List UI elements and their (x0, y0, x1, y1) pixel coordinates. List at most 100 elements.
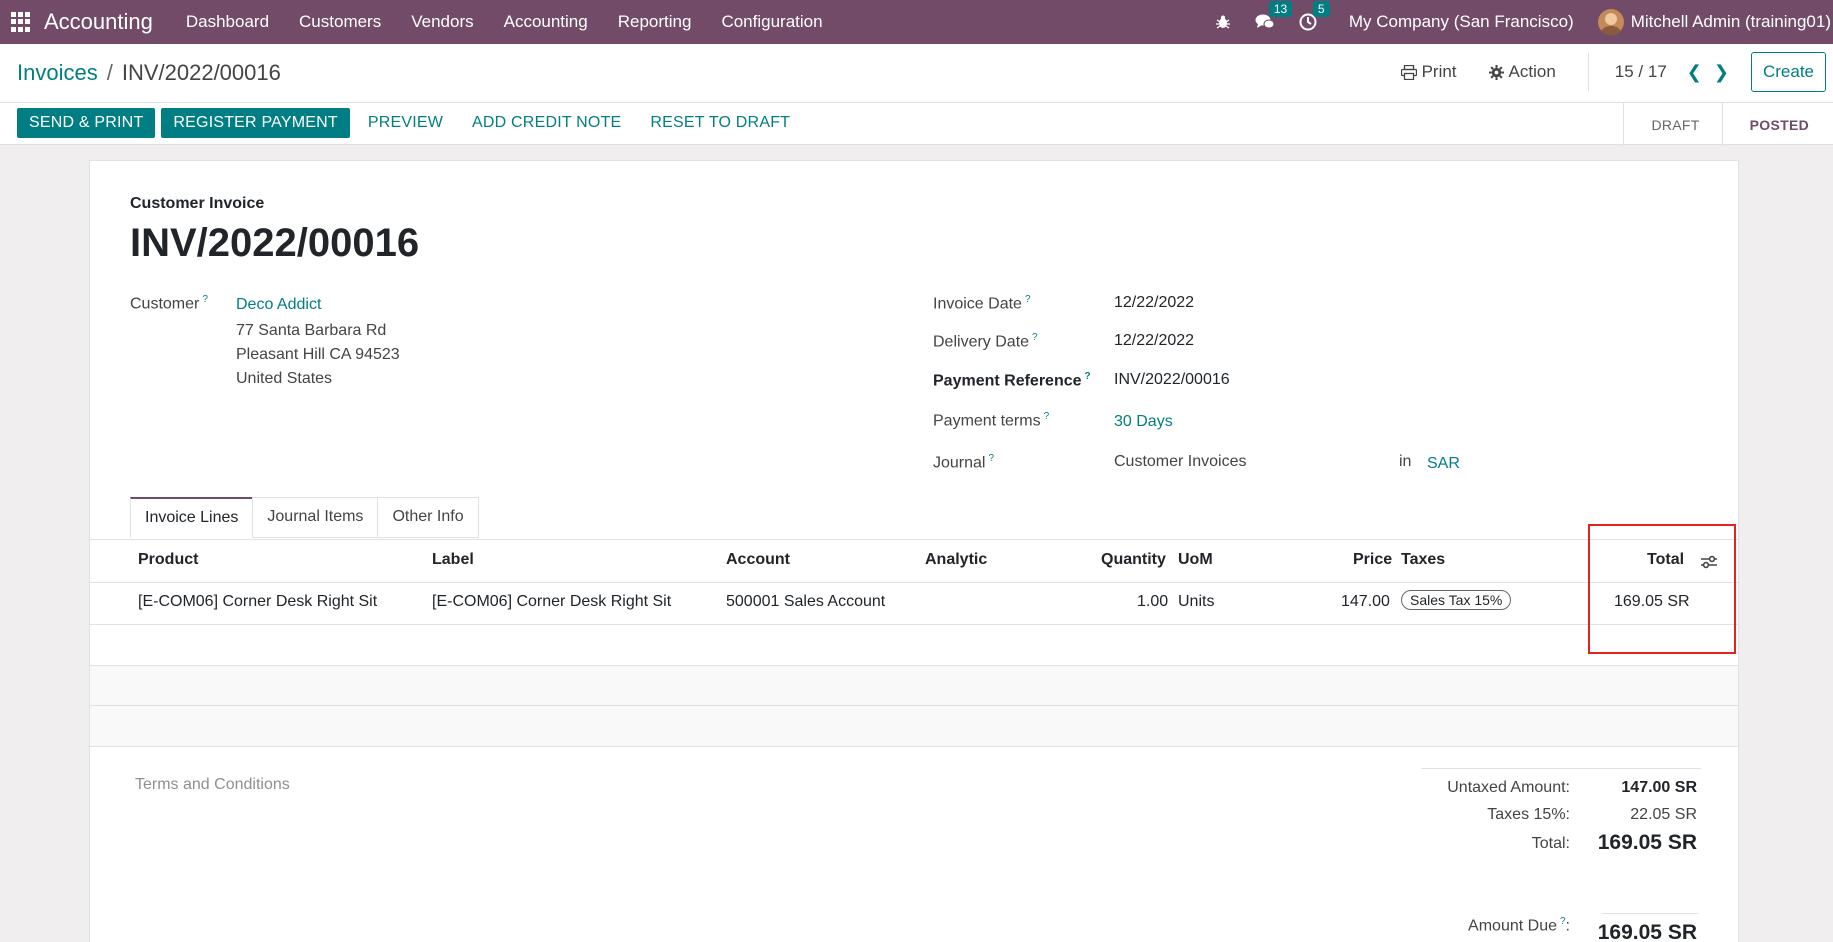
journal-field[interactable]: Customer Invoices (1114, 453, 1247, 471)
cell-quantity[interactable]: 1.00 (1137, 593, 1168, 611)
add-credit-note-button[interactable]: ADD CREDIT NOTE (460, 108, 633, 138)
menu-item-accounting[interactable]: Accounting (489, 12, 603, 32)
currency-field[interactable]: SAR (1427, 455, 1460, 473)
empty-row (90, 666, 1738, 706)
control-actions: Print Action 15 / 17 ❮ ❯ Create (1400, 52, 1833, 92)
breadcrumb-separator: / (106, 60, 113, 85)
column-label[interactable]: Label (432, 551, 474, 569)
control-panel: Invoices / INV/2022/00016 Print Action 1… (0, 44, 1833, 146)
stage-posted[interactable]: POSTED (1721, 103, 1833, 146)
main-menu: Dashboard Customers Vendors Accounting R… (171, 12, 838, 32)
app-name[interactable]: Accounting (44, 9, 153, 35)
untaxed-amount-label: Untaxed Amount: (1447, 779, 1570, 796)
cell-account[interactable]: 500001 Sales Account (726, 593, 885, 611)
navbar-systray: 13 5 My Company (San Francisco) Mitchell… (1215, 0, 1833, 44)
column-product[interactable]: Product (138, 551, 198, 569)
stage-draft[interactable]: DRAFT (1623, 103, 1721, 146)
statusbar-buttons: SEND & PRINT REGISTER PAYMENT PREVIEW AD… (17, 108, 807, 138)
help-icon[interactable]: ? (1032, 332, 1038, 343)
help-icon[interactable]: ? (1560, 916, 1566, 927)
cell-price[interactable]: 147.00 (1341, 593, 1390, 611)
cell-total[interactable]: 169.05 SR (1614, 593, 1690, 611)
print-label: Print (1421, 62, 1457, 81)
send-print-button[interactable]: SEND & PRINT (17, 108, 156, 138)
invoice-date-field[interactable]: 12/22/2022 (1114, 294, 1194, 312)
optional-columns-icon[interactable] (1700, 554, 1718, 574)
debug-icon[interactable] (1215, 14, 1231, 30)
customer-name[interactable]: Deco Addict (236, 296, 321, 314)
document-type: Customer Invoice (130, 195, 265, 212)
column-total[interactable]: Total (1647, 551, 1684, 569)
tab-other-info[interactable]: Other Info (377, 497, 479, 538)
pager-next-icon[interactable]: ❯ (1714, 62, 1729, 83)
messages-icon[interactable]: 13 (1255, 1, 1293, 31)
tab-journal-items[interactable]: Journal Items (252, 497, 379, 538)
terms-and-conditions-field[interactable]: Terms and Conditions (135, 776, 290, 794)
breadcrumb-invoices[interactable]: Invoices (17, 60, 98, 86)
customer-label: Customer? (130, 294, 208, 313)
company-switcher[interactable]: My Company (San Francisco) (1349, 12, 1574, 32)
menu-item-dashboard[interactable]: Dashboard (171, 12, 284, 32)
column-quantity[interactable]: Quantity (1101, 551, 1166, 569)
form-statusbar: SEND & PRINT REGISTER PAYMENT PREVIEW AD… (0, 102, 1833, 146)
empty-row (90, 625, 1738, 665)
reset-to-draft-button[interactable]: RESET TO DRAFT (638, 108, 802, 138)
cell-label[interactable]: [E-COM06] Corner Desk Right Sit (432, 593, 671, 611)
column-price[interactable]: Price (1353, 551, 1392, 569)
activities-icon[interactable]: 5 (1299, 1, 1330, 31)
form-sheet: Customer Invoice INV/2022/00016 Customer… (89, 160, 1739, 942)
delivery-date-field[interactable]: 12/22/2022 (1114, 332, 1194, 350)
invoice-number: INV/2022/00016 (130, 221, 420, 265)
menu-item-vendors[interactable]: Vendors (396, 12, 488, 32)
print-button[interactable]: Print (1400, 62, 1457, 82)
taxes-value: 22.05 SR (1630, 806, 1697, 823)
column-taxes[interactable]: Taxes (1401, 551, 1445, 569)
empty-row (90, 706, 1738, 746)
payment-terms-field[interactable]: 30 Days (1114, 413, 1173, 431)
help-icon[interactable]: ? (988, 453, 994, 464)
print-icon (1400, 64, 1417, 80)
amount-due-label: Amount Due?: (1468, 916, 1570, 935)
journal-label: Journal? (933, 453, 995, 472)
apps-menu-icon[interactable] (11, 12, 31, 32)
tab-invoice-lines[interactable]: Invoice Lines (130, 497, 254, 538)
cell-product[interactable]: [E-COM06] Corner Desk Right Sit (138, 593, 377, 611)
payment-reference-field[interactable]: INV/2022/00016 (1114, 371, 1230, 389)
pager-value[interactable]: 15 / 17 (1615, 62, 1667, 82)
menu-item-customers[interactable]: Customers (284, 12, 396, 32)
user-menu[interactable]: Mitchell Admin (training01) (1631, 12, 1831, 32)
amount-due-divider (1602, 913, 1698, 914)
row-divider (90, 746, 1738, 747)
cell-uom[interactable]: Units (1178, 593, 1214, 611)
top-navbar: Accounting Dashboard Customers Vendors A… (0, 0, 1833, 44)
total-label: Total: (1531, 835, 1570, 852)
breadcrumb: Invoices / INV/2022/00016 (17, 60, 281, 86)
register-payment-button[interactable]: REGISTER PAYMENT (161, 108, 350, 138)
action-button[interactable]: Action (1488, 62, 1556, 82)
cell-taxes[interactable]: Sales Tax 15% (1401, 590, 1512, 610)
help-icon[interactable]: ? (1044, 411, 1050, 422)
customer-address-line2: Pleasant Hill CA 94523 (236, 346, 400, 363)
journal-in-label: in (1399, 453, 1412, 470)
payment-reference-label: Payment Reference? (933, 371, 1091, 390)
menu-item-reporting[interactable]: Reporting (603, 12, 707, 32)
user-avatar[interactable] (1597, 9, 1624, 35)
breadcrumb-current: INV/2022/00016 (121, 60, 281, 85)
create-button[interactable]: Create (1750, 52, 1826, 92)
column-account[interactable]: Account (726, 551, 790, 569)
messages-badge: 13 (1268, 1, 1293, 17)
activities-badge: 5 (1312, 1, 1330, 17)
column-analytic[interactable]: Analytic (925, 551, 987, 569)
pager-divider (1587, 53, 1589, 91)
pager-previous-icon[interactable]: ❮ (1687, 62, 1702, 83)
column-uom[interactable]: UoM (1178, 551, 1213, 569)
tab-divider (90, 539, 1738, 540)
delivery-date-label: Delivery Date? (933, 332, 1038, 351)
help-icon[interactable]: ? (1085, 371, 1091, 382)
menu-item-configuration[interactable]: Configuration (706, 12, 837, 32)
preview-button[interactable]: PREVIEW (356, 108, 455, 138)
help-icon[interactable]: ? (202, 294, 208, 305)
customer-address-line3: United States (236, 370, 333, 387)
taxes-label: Taxes 15%: (1487, 806, 1570, 823)
help-icon[interactable]: ? (1025, 294, 1031, 305)
